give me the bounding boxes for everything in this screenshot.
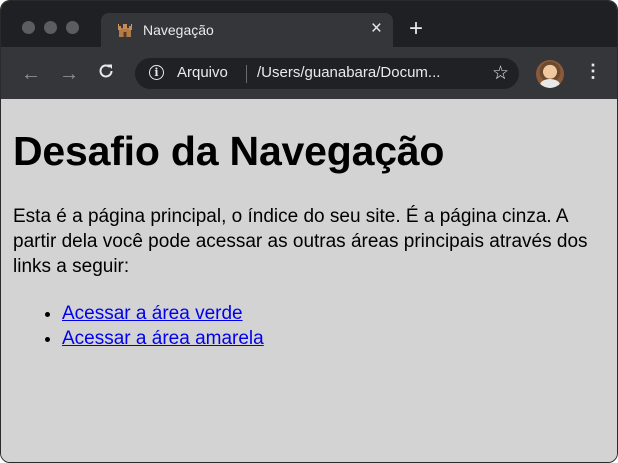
- links-list: Acessar a área verde Acessar a área amar…: [13, 301, 264, 351]
- link-green-area[interactable]: Acessar a área verde: [62, 303, 243, 324]
- toolbar: ← → i Arquivo /Users/guanabara/Docum... …: [1, 47, 617, 99]
- list-item: Acessar a área amarela: [62, 326, 264, 351]
- reload-arrow-icon: [99, 64, 113, 78]
- reload-icon[interactable]: [97, 62, 115, 84]
- window-minimize-button[interactable]: [44, 21, 57, 34]
- tab-title: Navegação: [143, 22, 214, 38]
- kebab-menu-icon[interactable]: ⋮: [584, 62, 602, 80]
- window-maximize-button[interactable]: [66, 21, 79, 34]
- info-icon[interactable]: i: [149, 65, 164, 80]
- avatar[interactable]: [536, 60, 564, 88]
- browser-window: Navegação × + ← → i Arquivo /Users/guana…: [0, 0, 618, 463]
- link-yellow-area[interactable]: Acessar a área amarela: [62, 328, 264, 349]
- security-label: Arquivo: [177, 64, 228, 81]
- list-item: Acessar a área verde: [62, 301, 264, 326]
- new-tab-button[interactable]: +: [409, 17, 423, 41]
- page-title: Desafio da Navegação: [13, 128, 445, 174]
- castle-icon: [118, 24, 132, 37]
- avatar-shirt: [540, 79, 560, 88]
- intro-paragraph: Esta é a página principal, o índice do s…: [13, 206, 588, 277]
- address-bar[interactable]: i Arquivo /Users/guanabara/Docum... ☆: [135, 58, 519, 89]
- tab-close-icon[interactable]: ×: [371, 19, 382, 39]
- star-icon[interactable]: ☆: [492, 62, 509, 85]
- back-arrow-icon[interactable]: ←: [21, 64, 41, 84]
- page-content: Desafio da Navegação Esta é a página pri…: [1, 99, 617, 462]
- forward-arrow-icon[interactable]: →: [59, 64, 79, 84]
- omnibox-divider: [246, 65, 247, 83]
- tab-strip: Navegação × +: [1, 1, 617, 47]
- window-close-button[interactable]: [22, 21, 35, 34]
- url-text[interactable]: /Users/guanabara/Docum...: [257, 64, 440, 81]
- tab-navegacao[interactable]: Navegação ×: [101, 13, 393, 47]
